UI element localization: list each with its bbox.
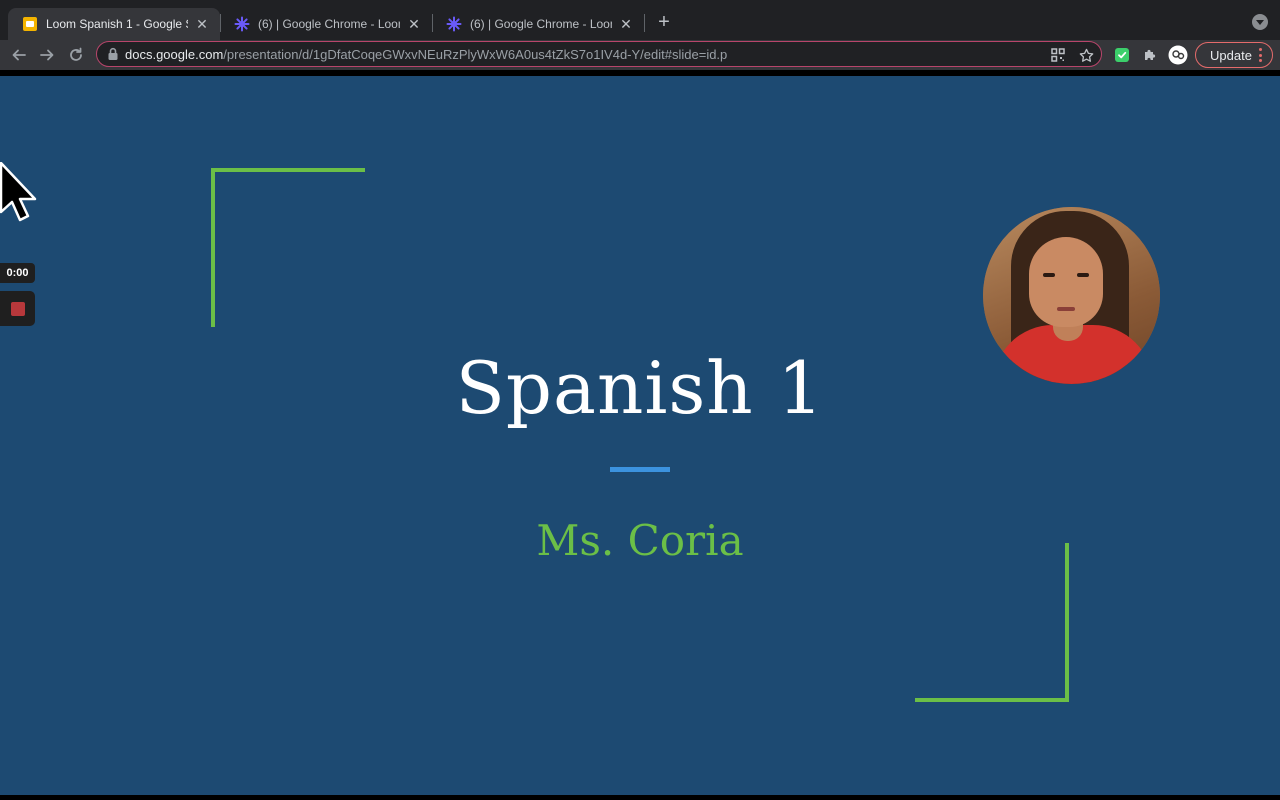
url-host: docs.google.com — [125, 46, 224, 62]
tab-loom-1[interactable]: (6) | Google Chrome - Loom Spanish 1 ✕ — [220, 8, 432, 40]
reload-icon — [70, 47, 82, 61]
new-tab-button[interactable]: + — [652, 10, 676, 34]
corner-bracket-top-left — [211, 168, 365, 172]
url-path: /presentation/d/1gDfatCoqeGWxvNEuRzPlyWx… — [223, 46, 728, 62]
tab-loom-2[interactable]: (6) | Google Chrome - Loom Spanish 1 ✕ — [432, 8, 644, 40]
lock-icon — [108, 47, 118, 60]
tab-google-slides[interactable]: Loom Spanish 1 - Google Slides ✕ — [8, 8, 220, 40]
tab-title: Loom Spanish 1 - Google Slides — [46, 17, 188, 31]
browser-toolbar: docs.google.com/presentation/d/1gDfatCoq… — [0, 40, 1280, 70]
back-button[interactable] — [7, 43, 31, 67]
close-icon[interactable]: ✕ — [194, 16, 210, 32]
address-bar[interactable]: docs.google.com/presentation/d/1gDfatCoq… — [96, 41, 1102, 67]
url-text: docs.google.com/presentation/d/1gDfatCoq… — [125, 47, 727, 62]
slide-canvas: Spanish 1 Ms. Coria — [0, 76, 1280, 795]
slide-subtitle: Ms. Coria — [536, 516, 744, 565]
qr-code-icon[interactable] — [1049, 46, 1067, 64]
tab-search-icon[interactable] — [1252, 14, 1268, 30]
more-vert-icon — [1259, 48, 1262, 62]
profile-avatar[interactable] — [1168, 45, 1188, 65]
extensions-puzzle-icon[interactable] — [1140, 45, 1160, 65]
corner-bracket-top-left-vertical — [211, 168, 215, 327]
webcam-bubble[interactable] — [983, 207, 1160, 384]
bottom-edge — [0, 795, 1280, 800]
tab-title: (6) | Google Chrome - Loom Spanish 1 — [470, 17, 612, 31]
google-slides-icon — [22, 16, 38, 32]
loom-icon — [446, 16, 462, 32]
update-label: Update — [1210, 47, 1252, 63]
stop-icon — [10, 301, 25, 316]
mouse-cursor-icon — [0, 162, 37, 222]
forward-button[interactable] — [35, 43, 59, 67]
bookmark-star-icon[interactable] — [1077, 46, 1095, 64]
tab-divider — [644, 14, 645, 32]
update-button[interactable]: Update — [1195, 42, 1273, 68]
loom-icon — [234, 16, 250, 32]
tab-strip: Loom Spanish 1 - Google Slides ✕ (6) | G… — [0, 0, 1280, 40]
stop-recording-button[interactable] — [0, 291, 35, 326]
reload-button[interactable] — [64, 43, 88, 67]
close-icon[interactable]: ✕ — [618, 16, 634, 32]
title-underline-rule — [610, 467, 670, 472]
forward-arrow-icon — [40, 49, 54, 61]
corner-bracket-bottom-right-vertical — [1065, 543, 1069, 702]
recording-timer: 0:00 — [0, 263, 35, 283]
extension-green-icon[interactable] — [1112, 45, 1132, 65]
corner-bracket-bottom-right — [915, 698, 1069, 702]
tab-title: (6) | Google Chrome - Loom Spanish 1 — [258, 17, 400, 31]
back-arrow-icon — [12, 49, 26, 61]
close-icon[interactable]: ✕ — [406, 16, 422, 32]
